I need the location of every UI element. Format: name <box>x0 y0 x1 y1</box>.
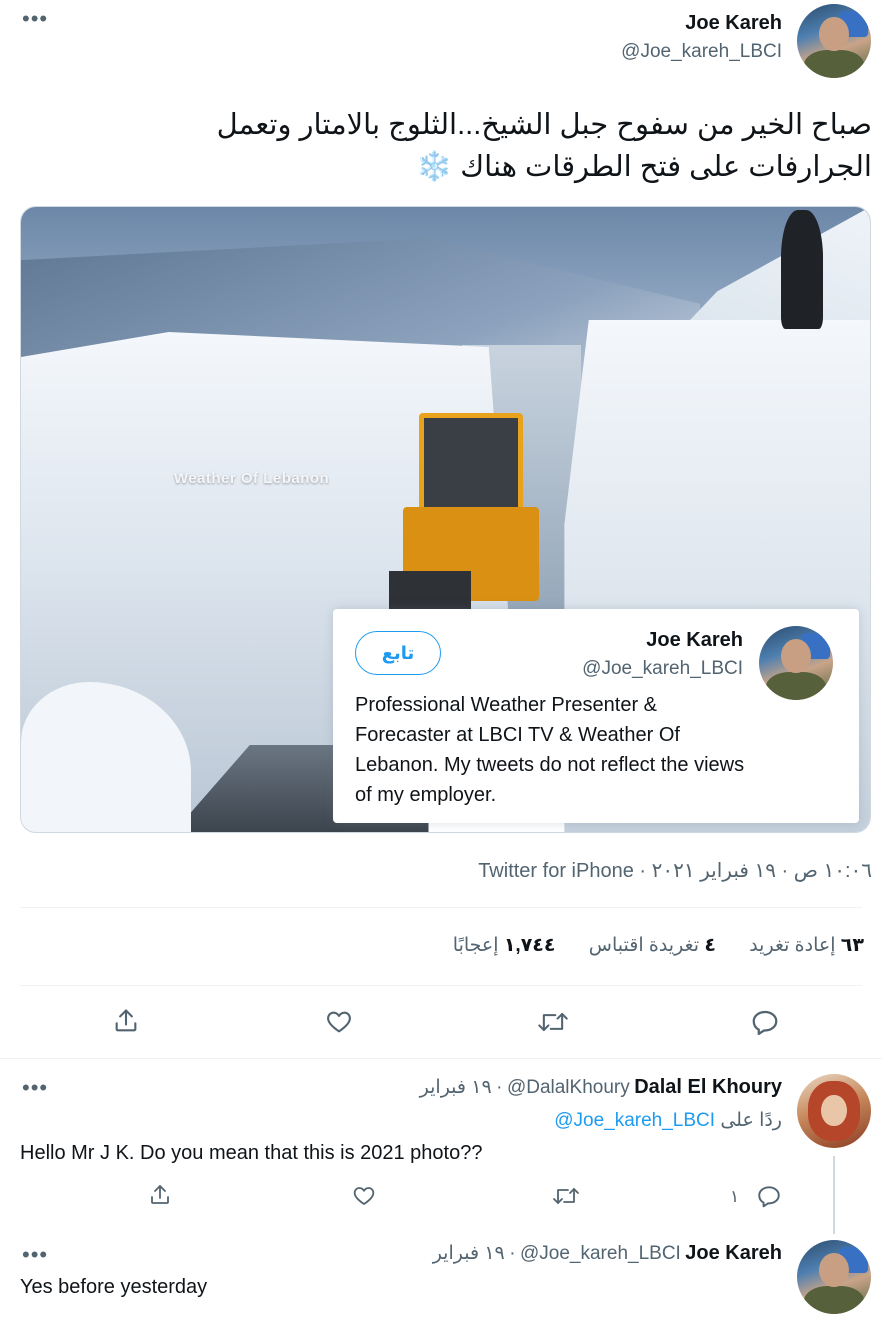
reply-separator: · <box>509 1243 516 1264</box>
reply-text: Yes before yesterday <box>20 1276 208 1298</box>
heart-icon[interactable] <box>352 1184 376 1208</box>
hover-card-identity[interactable]: Joe Kareh @Joe_kareh_LBCI <box>582 629 743 680</box>
retweets-stat[interactable]: ٦٣ إعادة تغريد <box>749 934 864 957</box>
reply-author-name[interactable]: Dalal El Khoury <box>634 1076 782 1098</box>
hover-card-bio: Professional Weather Presenter & Forecas… <box>355 694 745 806</box>
tweet-text: صباح الخير من سفوح جبل الشيخ...الثلوج با… <box>20 104 872 188</box>
reply-more-options-icon[interactable]: ••• <box>22 1077 48 1099</box>
divider <box>0 1058 882 1059</box>
divider <box>20 985 862 986</box>
hover-card-avatar[interactable] <box>759 626 833 700</box>
reply-separator: · <box>496 1077 503 1098</box>
reply-date[interactable]: ١٩ فبراير <box>420 1077 492 1098</box>
image-person <box>780 210 824 329</box>
retweet-icon[interactable] <box>552 1184 580 1208</box>
replying-to: ردًا على @Joe_kareh_LBCI <box>554 1109 782 1132</box>
thread-connector <box>833 1156 835 1234</box>
reply-author-name[interactable]: Joe Kareh <box>685 1242 782 1264</box>
tweet-text-line-2: الجرارفات على فتح الطرقات هناك ❄️ <box>416 151 872 183</box>
reply-header: Dalal El Khoury @DalalKhoury · ١٩ فبراير <box>420 1076 782 1099</box>
replying-to-prefix: ردًا على <box>720 1110 782 1131</box>
author-name[interactable]: Joe Kareh <box>621 12 782 35</box>
share-icon[interactable] <box>148 1183 172 1207</box>
tweet-author[interactable]: Joe Kareh @Joe_kareh_LBCI <box>621 12 782 63</box>
likes-stat[interactable]: ١,٧٤٤ إعجابًا <box>453 934 556 957</box>
share-icon[interactable] <box>112 1007 140 1035</box>
author-avatar[interactable] <box>797 4 871 78</box>
reply-count: ١ <box>730 1187 740 1206</box>
author-handle[interactable]: @Joe_kareh_LBCI <box>621 41 782 63</box>
reply-icon[interactable] <box>750 1007 780 1037</box>
image-watermark: Weather Of Lebanon <box>173 469 330 487</box>
tweet-timestamp[interactable]: ١٠:٠٦ ص · ١٩ فبراير ٢٠٢١ · Twitter for i… <box>478 858 872 883</box>
quotes-stat[interactable]: ٤ تغريدة اقتباس <box>589 934 716 957</box>
profile-hover-card: تابع Joe Kareh @Joe_kareh_LBCI Professio… <box>333 609 859 823</box>
retweet-icon[interactable] <box>537 1008 569 1036</box>
reply-text: Hello Mr J K. Do you mean that this is 2… <box>20 1142 483 1164</box>
reply-author-handle[interactable]: @DalalKhoury <box>507 1077 630 1098</box>
heart-icon[interactable] <box>325 1008 353 1036</box>
divider <box>20 907 862 908</box>
reply-author-avatar[interactable] <box>797 1240 871 1314</box>
image-snow-loader <box>389 413 539 612</box>
reply-date[interactable]: ١٩ فبراير <box>433 1243 505 1264</box>
reply-author-handle[interactable]: @Joe_kareh_LBCI <box>520 1243 681 1264</box>
hover-card-handle[interactable]: @Joe_kareh_LBCI <box>582 658 743 680</box>
follow-button[interactable]: تابع <box>355 631 441 675</box>
reply-author-avatar[interactable] <box>797 1074 871 1148</box>
tweet-stats: ٦٣ إعادة تغريد ٤ تغريدة اقتباس ١,٧٤٤ إعج… <box>425 934 864 957</box>
reply-more-options-icon[interactable]: ••• <box>22 1244 48 1266</box>
reply-icon[interactable] <box>756 1183 782 1209</box>
reply-header: Joe Kareh @Joe_kareh_LBCI · ١٩ فبراير <box>433 1242 782 1265</box>
more-options-icon[interactable]: ••• <box>22 8 48 30</box>
tweet-text-line-1: صباح الخير من سفوح جبل الشيخ...الثلوج با… <box>216 109 872 141</box>
replying-to-link[interactable]: @Joe_kareh_LBCI <box>554 1110 715 1131</box>
hover-card-name[interactable]: Joe Kareh <box>582 629 743 652</box>
